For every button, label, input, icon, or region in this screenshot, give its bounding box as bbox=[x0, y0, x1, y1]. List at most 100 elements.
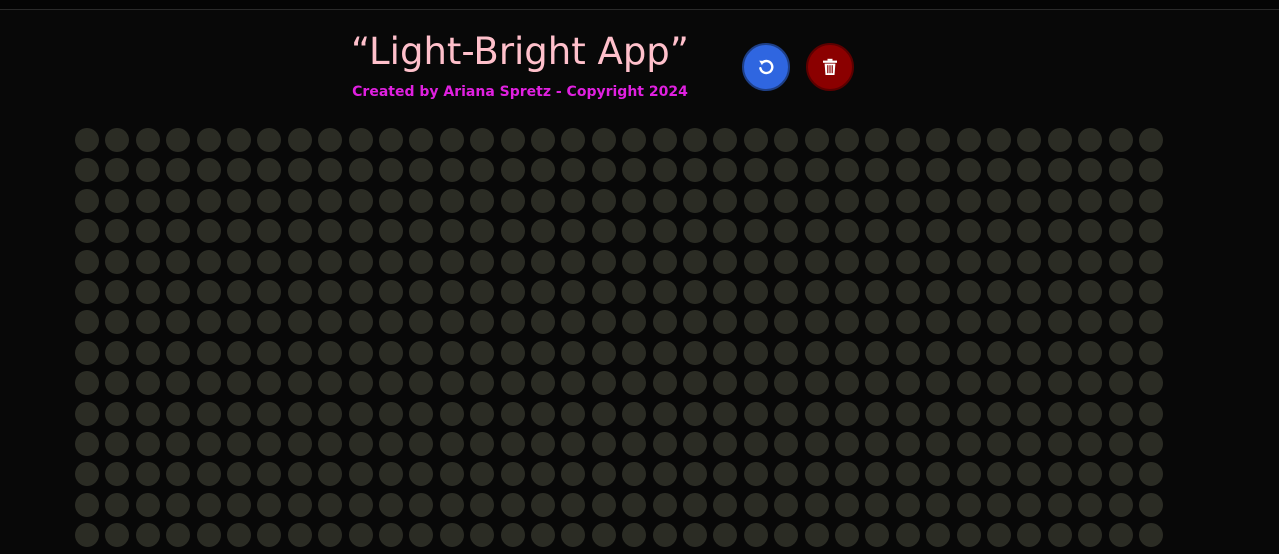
peg-hole[interactable] bbox=[440, 310, 464, 334]
peg-hole[interactable] bbox=[835, 371, 859, 395]
peg-hole[interactable] bbox=[713, 432, 737, 456]
peg-hole[interactable] bbox=[227, 158, 251, 182]
peg-hole[interactable] bbox=[227, 310, 251, 334]
peg-hole[interactable] bbox=[409, 250, 433, 274]
peg-hole[interactable] bbox=[683, 371, 707, 395]
peg-hole[interactable] bbox=[166, 402, 190, 426]
peg-hole[interactable] bbox=[592, 250, 616, 274]
peg-hole[interactable] bbox=[1017, 371, 1041, 395]
peg-hole[interactable] bbox=[531, 250, 555, 274]
peg-hole[interactable] bbox=[926, 493, 950, 517]
peg-hole[interactable] bbox=[379, 158, 403, 182]
peg-hole[interactable] bbox=[653, 493, 677, 517]
peg-hole[interactable] bbox=[713, 189, 737, 213]
peg-hole[interactable] bbox=[774, 341, 798, 365]
peg-hole[interactable] bbox=[470, 280, 494, 304]
peg-hole[interactable] bbox=[531, 432, 555, 456]
peg-hole[interactable] bbox=[653, 189, 677, 213]
peg-hole[interactable] bbox=[592, 219, 616, 243]
peg-hole[interactable] bbox=[257, 280, 281, 304]
peg-hole[interactable] bbox=[774, 432, 798, 456]
peg-hole[interactable] bbox=[957, 432, 981, 456]
peg-hole[interactable] bbox=[713, 462, 737, 486]
peg-hole[interactable] bbox=[1048, 371, 1072, 395]
peg-hole[interactable] bbox=[957, 250, 981, 274]
peg-hole[interactable] bbox=[75, 310, 99, 334]
peg-hole[interactable] bbox=[440, 128, 464, 152]
peg-hole[interactable] bbox=[166, 189, 190, 213]
peg-hole[interactable] bbox=[926, 158, 950, 182]
peg-hole[interactable] bbox=[835, 432, 859, 456]
peg-hole[interactable] bbox=[227, 280, 251, 304]
peg-hole[interactable] bbox=[896, 402, 920, 426]
peg-hole[interactable] bbox=[683, 128, 707, 152]
peg-hole[interactable] bbox=[197, 402, 221, 426]
peg-hole[interactable] bbox=[987, 432, 1011, 456]
peg-hole[interactable] bbox=[744, 523, 768, 547]
peg-hole[interactable] bbox=[865, 371, 889, 395]
peg-hole[interactable] bbox=[166, 219, 190, 243]
peg-hole[interactable] bbox=[1017, 219, 1041, 243]
peg-hole[interactable] bbox=[835, 402, 859, 426]
peg-hole[interactable] bbox=[835, 493, 859, 517]
peg-hole[interactable] bbox=[197, 219, 221, 243]
peg-hole[interactable] bbox=[622, 250, 646, 274]
peg-hole[interactable] bbox=[653, 432, 677, 456]
peg-hole[interactable] bbox=[744, 402, 768, 426]
peg-hole[interactable] bbox=[622, 371, 646, 395]
peg-hole[interactable] bbox=[774, 158, 798, 182]
peg-hole[interactable] bbox=[136, 341, 160, 365]
peg-hole[interactable] bbox=[257, 402, 281, 426]
peg-hole[interactable] bbox=[926, 250, 950, 274]
peg-hole[interactable] bbox=[683, 493, 707, 517]
peg-hole[interactable] bbox=[1109, 462, 1133, 486]
peg-hole[interactable] bbox=[227, 402, 251, 426]
peg-hole[interactable] bbox=[865, 493, 889, 517]
peg-hole[interactable] bbox=[105, 341, 129, 365]
peg-hole[interactable] bbox=[470, 219, 494, 243]
peg-hole[interactable] bbox=[987, 523, 1011, 547]
peg-hole[interactable] bbox=[805, 219, 829, 243]
peg-hole[interactable] bbox=[622, 402, 646, 426]
peg-hole[interactable] bbox=[136, 493, 160, 517]
peg-hole[interactable] bbox=[227, 493, 251, 517]
peg-hole[interactable] bbox=[1048, 523, 1072, 547]
peg-hole[interactable] bbox=[1078, 158, 1102, 182]
peg-hole[interactable] bbox=[622, 128, 646, 152]
peg-hole[interactable] bbox=[805, 493, 829, 517]
peg-hole[interactable] bbox=[561, 493, 585, 517]
peg-hole[interactable] bbox=[288, 250, 312, 274]
peg-hole[interactable] bbox=[1017, 341, 1041, 365]
peg-hole[interactable] bbox=[349, 158, 373, 182]
peg-hole[interactable] bbox=[1048, 402, 1072, 426]
peg-hole[interactable] bbox=[1017, 310, 1041, 334]
peg-hole[interactable] bbox=[1139, 341, 1163, 365]
peg-hole[interactable] bbox=[1078, 493, 1102, 517]
peg-hole[interactable] bbox=[896, 341, 920, 365]
peg-hole[interactable] bbox=[105, 189, 129, 213]
peg-hole[interactable] bbox=[379, 371, 403, 395]
peg-hole[interactable] bbox=[501, 523, 525, 547]
peg-hole[interactable] bbox=[75, 219, 99, 243]
peg-hole[interactable] bbox=[349, 219, 373, 243]
peg-hole[interactable] bbox=[1109, 310, 1133, 334]
peg-hole[interactable] bbox=[136, 250, 160, 274]
peg-hole[interactable] bbox=[865, 219, 889, 243]
peg-hole[interactable] bbox=[197, 523, 221, 547]
peg-hole[interactable] bbox=[774, 189, 798, 213]
peg-hole[interactable] bbox=[835, 158, 859, 182]
peg-hole[interactable] bbox=[166, 250, 190, 274]
peg-hole[interactable] bbox=[1078, 371, 1102, 395]
peg-hole[interactable] bbox=[227, 462, 251, 486]
peg-hole[interactable] bbox=[288, 189, 312, 213]
peg-hole[interactable] bbox=[227, 432, 251, 456]
peg-hole[interactable] bbox=[440, 371, 464, 395]
peg-hole[interactable] bbox=[653, 128, 677, 152]
peg-hole[interactable] bbox=[561, 432, 585, 456]
peg-hole[interactable] bbox=[409, 462, 433, 486]
peg-hole[interactable] bbox=[166, 280, 190, 304]
peg-hole[interactable] bbox=[136, 523, 160, 547]
peg-hole[interactable] bbox=[166, 462, 190, 486]
peg-hole[interactable] bbox=[1109, 128, 1133, 152]
peg-hole[interactable] bbox=[1109, 219, 1133, 243]
